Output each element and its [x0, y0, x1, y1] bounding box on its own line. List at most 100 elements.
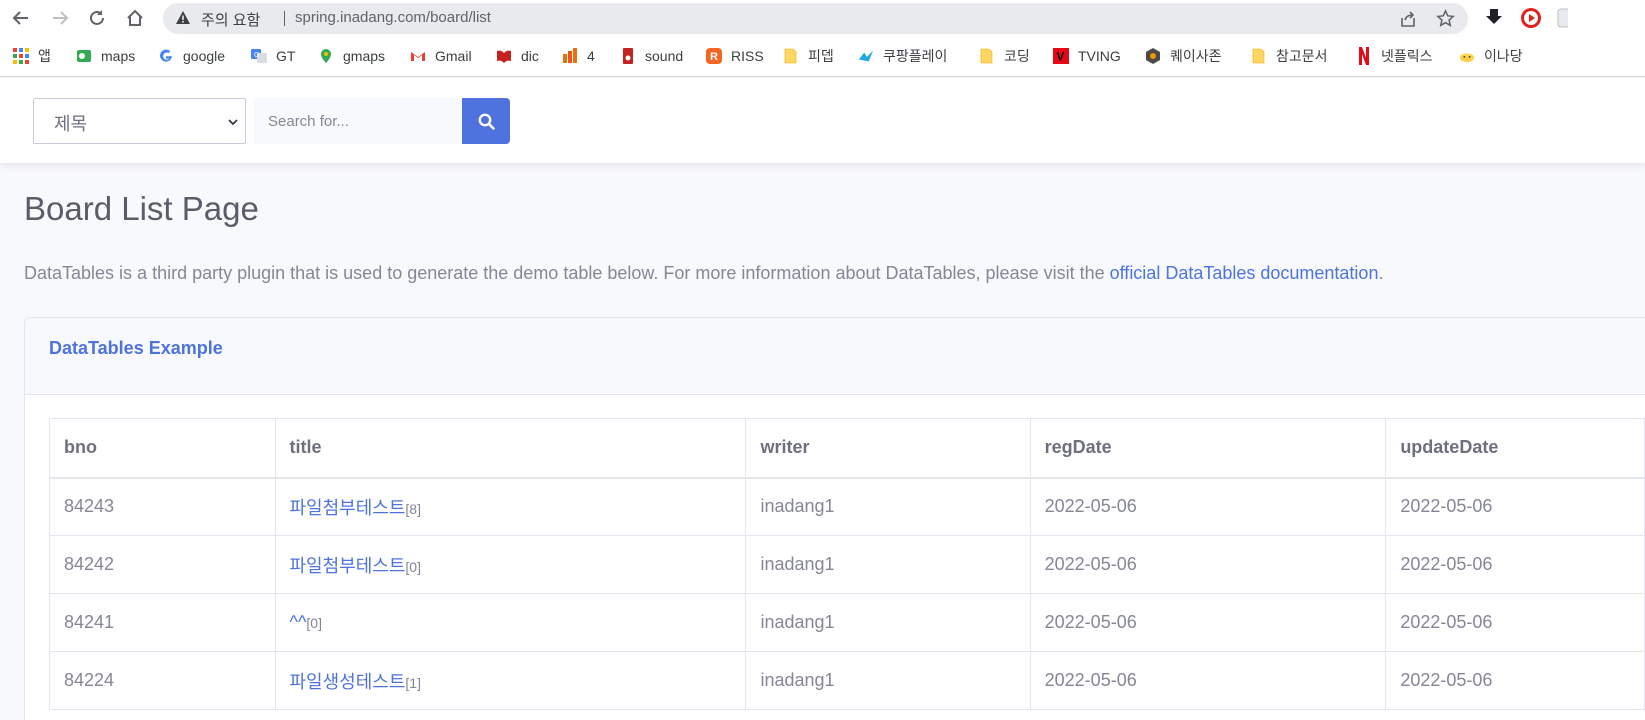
- reload-button[interactable]: [83, 4, 111, 32]
- bookmark-label: dic: [521, 48, 539, 64]
- extension-download-icon[interactable]: [1484, 7, 1504, 27]
- warning-icon: [176, 11, 190, 24]
- search-input[interactable]: [253, 98, 463, 144]
- extension-play-icon[interactable]: [1520, 7, 1542, 29]
- cell-writer: inadang1: [745, 651, 1031, 710]
- reply-count: [0]: [405, 558, 421, 575]
- bookmark-tving[interactable]: V TVING: [1053, 46, 1121, 66]
- bookmark-maps[interactable]: maps: [76, 46, 135, 66]
- column-header-updatedate[interactable]: updateDate: [1385, 418, 1645, 479]
- forward-button[interactable]: [46, 4, 74, 32]
- bookmark-label: TVING: [1078, 48, 1121, 64]
- search-button[interactable]: [462, 98, 510, 144]
- table-row: 84242 파일첨부테스트[0] inadang1 2022-05-06 202…: [49, 535, 1645, 594]
- bookmark-quasarzone[interactable]: 퀘이사존: [1145, 46, 1222, 66]
- cell-regdate: 2022-05-06: [1029, 477, 1387, 536]
- address-bar[interactable]: 주의 요함 spring.inadang.com/board/list: [163, 3, 1468, 34]
- post-title-link[interactable]: 파일첨부테스트: [290, 498, 406, 518]
- tving-icon: V: [1053, 48, 1069, 64]
- bookmark-gmail[interactable]: Gmail: [410, 46, 472, 66]
- column-header-title[interactable]: title: [274, 418, 747, 479]
- table-row: 84243 파일첨부테스트[8] inadang1 2022-05-06 202…: [49, 477, 1645, 536]
- cell-writer: inadang1: [745, 477, 1031, 536]
- bookmarks-bar: 앱 maps google G GT gmaps Gmail dic 4 sou…: [0, 37, 1645, 77]
- folder-icon: [1251, 48, 1267, 64]
- table-header-row: bno title writer regDate updateDate: [49, 418, 1645, 479]
- bookmark-star-icon[interactable]: [1436, 9, 1455, 28]
- description-end: .: [1378, 263, 1384, 283]
- back-button[interactable]: [7, 4, 35, 32]
- bookmark-label: sound: [645, 48, 684, 64]
- column-header-writer[interactable]: writer: [745, 418, 1031, 479]
- card-title: DataTables Example: [49, 338, 223, 358]
- cell-bno: 84224: [49, 651, 276, 710]
- bookmark-label: 넷플릭스: [1381, 48, 1433, 64]
- datatables-docs-link[interactable]: official DataTables documentation: [1110, 263, 1379, 283]
- cell-updatedate: 2022-05-06: [1385, 593, 1645, 652]
- bookmark-label: 4: [587, 48, 595, 64]
- apps-grid-icon: [13, 48, 29, 64]
- share-icon[interactable]: [1399, 10, 1417, 28]
- cell-bno: 84242: [49, 535, 276, 594]
- bookmark-gt[interactable]: G GT: [251, 46, 295, 66]
- coupang-play-icon: [858, 48, 874, 64]
- bookmark-riss[interactable]: R RISS: [706, 46, 764, 66]
- column-header-bno[interactable]: bno: [49, 418, 276, 479]
- bookmark-label: RISS: [731, 48, 764, 64]
- cell-bno: 84243: [49, 477, 276, 536]
- bookmark-dic[interactable]: dic: [496, 46, 539, 66]
- bookmark-label: Gmail: [435, 48, 472, 64]
- home-button[interactable]: [121, 4, 149, 32]
- cell-writer: inadang1: [745, 593, 1031, 652]
- folder-icon: [979, 48, 995, 64]
- cell-updatedate: 2022-05-06: [1385, 535, 1645, 594]
- reply-count: [1]: [405, 674, 421, 691]
- bookmark-sound[interactable]: sound: [620, 46, 683, 66]
- bookmark-label: 참고문서: [1276, 48, 1328, 64]
- bookmark-folder-reference[interactable]: 참고문서: [1251, 46, 1328, 66]
- reload-icon: [90, 10, 104, 25]
- post-title-link[interactable]: ^^: [290, 612, 307, 632]
- search-type-select[interactable]: 제목: [33, 98, 246, 144]
- cell-writer: inadang1: [745, 535, 1031, 594]
- svg-text:R: R: [710, 51, 718, 63]
- bookmark-label: 쿠팡플레이: [883, 48, 948, 64]
- dictionary-icon: [496, 48, 512, 64]
- page-description: DataTables is a third party plugin that …: [24, 263, 1383, 284]
- bookmark-label: GT: [276, 48, 296, 64]
- app-topbar: 제목: [0, 78, 1645, 163]
- bookmark-inadang[interactable]: 이나당: [1459, 46, 1523, 66]
- bookmark-apps[interactable]: 앱: [13, 46, 51, 66]
- bookmark-google[interactable]: google: [158, 46, 225, 66]
- search-type-value: 제목: [54, 114, 88, 134]
- translate-icon: G: [251, 48, 267, 64]
- folder-icon: [783, 48, 799, 64]
- reply-count: [8]: [405, 500, 421, 517]
- riss-icon: R: [706, 48, 722, 64]
- svg-text:V: V: [1057, 51, 1065, 63]
- netflix-icon: [1356, 47, 1372, 65]
- chick-icon: [1459, 48, 1475, 64]
- cell-bno: 84241: [49, 593, 276, 652]
- bookmark-4[interactable]: 4: [562, 46, 595, 66]
- bookmark-folder-pidep[interactable]: 피뎁: [783, 46, 834, 66]
- cell-title: 파일생성테스트[1]: [274, 651, 747, 710]
- bookmark-gmaps[interactable]: gmaps: [318, 46, 385, 66]
- bookmark-label: gmaps: [343, 48, 386, 64]
- table-row: 84224 파일생성테스트[1] inadang1 2022-05-06 202…: [49, 651, 1645, 710]
- bookmark-folder-coding[interactable]: 코딩: [979, 46, 1030, 66]
- svg-text:G: G: [254, 52, 259, 59]
- bookmark-coupang-play[interactable]: 쿠팡플레이: [858, 46, 947, 66]
- security-warning-text: 주의 요함: [201, 12, 261, 29]
- board-table: bno title writer regDate updateDate 8424…: [49, 418, 1645, 710]
- bookmark-netflix[interactable]: 넷플릭스: [1356, 46, 1433, 66]
- bookmark-label: 이나당: [1484, 48, 1523, 64]
- post-title-link[interactable]: 파일생성테스트: [290, 672, 406, 692]
- sound-icon: [620, 48, 636, 64]
- url-text[interactable]: spring.inadang.com/board/list: [295, 9, 491, 26]
- column-header-regdate[interactable]: regDate: [1029, 418, 1387, 479]
- extension-partial-icon[interactable]: [1556, 7, 1568, 29]
- forward-arrow-icon: [53, 11, 69, 25]
- post-title-link[interactable]: 파일첨부테스트: [290, 556, 406, 576]
- chevron-down-icon: [228, 119, 238, 126]
